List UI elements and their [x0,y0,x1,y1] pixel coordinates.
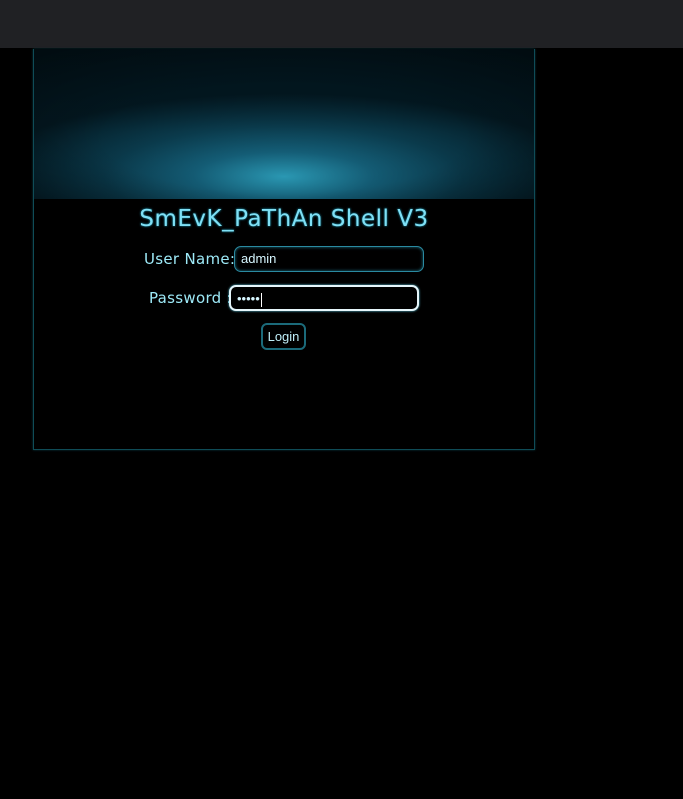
login-panel: SmEvK_PaThAn Shell V3 User Name: admin P… [33,49,535,450]
page-title: SmEvK_PaThAn Shell V3 [139,206,429,232]
login-button[interactable]: Login [261,323,306,350]
text-caret [260,292,262,307]
password-label: Password : [149,289,232,307]
username-input[interactable]: admin [234,246,424,272]
username-value: admin [241,251,277,266]
password-input[interactable]: ••••• [229,285,419,311]
username-label: User Name: [144,250,236,268]
banner-image [34,49,534,199]
password-value: ••••• [237,291,260,306]
browser-topbar [0,0,683,48]
